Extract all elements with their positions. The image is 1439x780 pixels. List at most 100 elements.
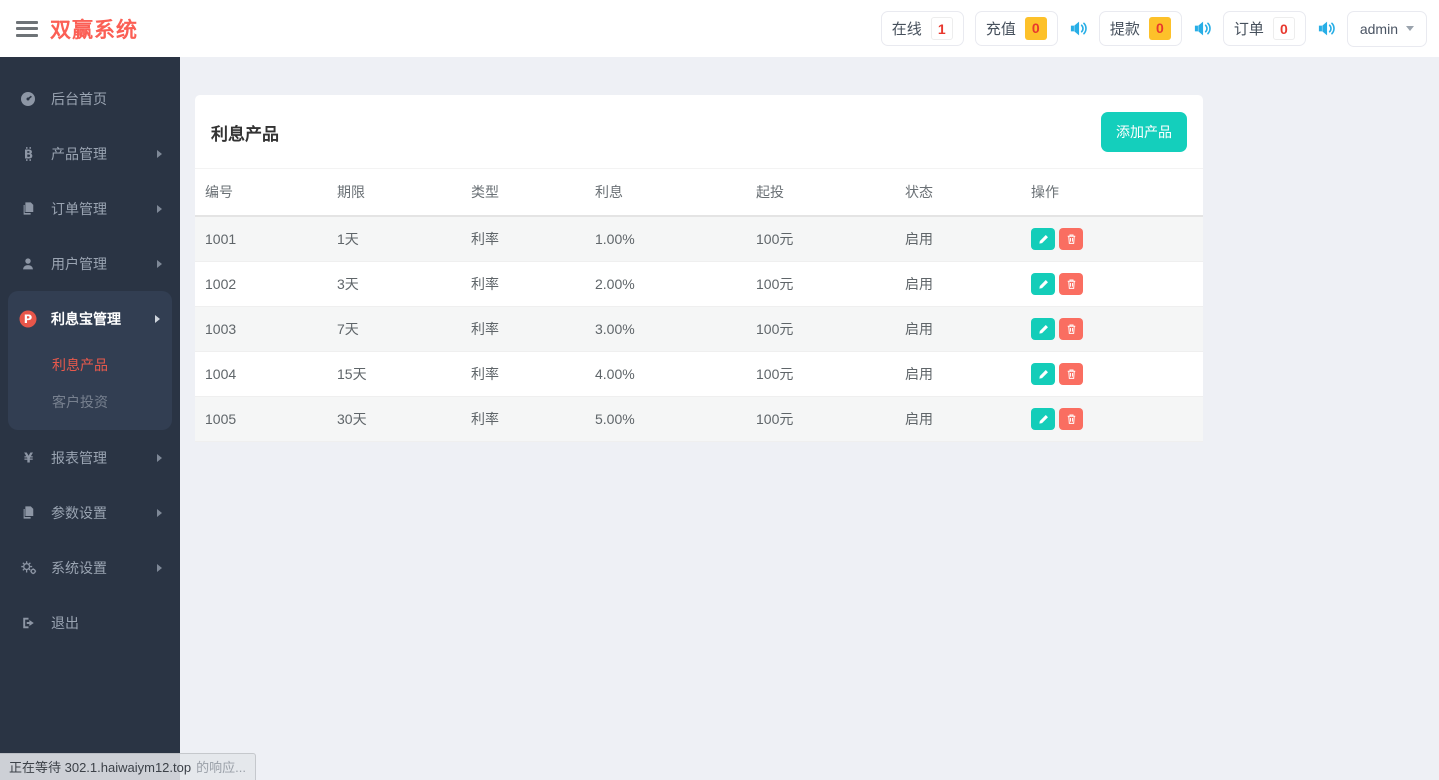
trash-icon (1067, 324, 1075, 334)
cell-actions (1021, 261, 1203, 307)
withdraw-speaker-icon[interactable] (1193, 19, 1212, 38)
user-icon (16, 257, 40, 271)
stat-recharge[interactable]: 充值 0 (974, 11, 1058, 46)
stat-withdraw-label: 提款 (1109, 21, 1140, 38)
pencil-icon (1038, 234, 1048, 244)
menu-icon[interactable] (16, 20, 38, 37)
pencil-icon (1038, 279, 1048, 289)
pinterest-icon: P (16, 310, 40, 328)
delete-button[interactable] (1059, 273, 1083, 295)
cell-status: 启用 (895, 396, 1021, 442)
brand-logo[interactable]: 双赢系统 (50, 14, 138, 44)
sidebar-active-group: P 利息宝管理 利息产品 客户投资 (8, 291, 172, 430)
sidebar: 后台首页 B 产品管理 订单管理 用户管理 P 利息宝管理 利息产品 客户投资 … (0, 57, 180, 780)
trash-icon (1067, 234, 1075, 244)
cell-type: 利率 (461, 261, 585, 307)
sidebar-item-system-settings[interactable]: 系统设置 (0, 540, 180, 595)
chevron-right-icon (157, 149, 162, 158)
cell-type: 利率 (461, 216, 585, 262)
sidebar-item-products[interactable]: B 产品管理 (0, 126, 180, 181)
table-row: 1005 30天 利率 5.00% 100元 启用 (195, 396, 1203, 442)
sidebar-subitem-customer-invest[interactable]: 客户投资 (8, 383, 172, 420)
chevron-right-icon (157, 204, 162, 213)
products-table: 编号 期限 类型 利息 起投 状态 操作 1001 1天 利率 1.00% 10… (195, 168, 1203, 442)
edit-button[interactable] (1031, 408, 1055, 430)
cell-id: 1002 (195, 261, 327, 307)
edit-button[interactable] (1031, 273, 1055, 295)
orders-speaker-icon[interactable] (1317, 19, 1336, 38)
cell-type: 利率 (461, 306, 585, 352)
chevron-right-icon (155, 314, 160, 323)
cell-id: 1001 (195, 216, 327, 262)
column-header-type: 类型 (461, 168, 585, 217)
table-header-row: 编号 期限 类型 利息 起投 状态 操作 (195, 168, 1203, 217)
cell-actions (1021, 396, 1203, 442)
cell-min-invest: 100元 (746, 351, 895, 397)
cell-term: 7天 (327, 306, 461, 352)
sidebar-item-dashboard[interactable]: 后台首页 (0, 71, 180, 126)
delete-button[interactable] (1059, 318, 1083, 340)
bitcoin-icon: B (16, 146, 40, 162)
column-header-min-invest: 起投 (746, 168, 895, 217)
chevron-right-icon (157, 508, 162, 517)
stat-online-label: 在线 (891, 21, 922, 38)
sidebar-item-label: 产品管理 (51, 145, 107, 162)
panel-title: 利息产品 (211, 124, 279, 144)
main-content: 利息产品 添加产品 编号 期限 类型 利息 起投 状态 操作 1001 1天 利… (180, 57, 1439, 780)
cell-status: 启用 (895, 351, 1021, 397)
header-stats: 在线 1 充值 0 提款 0 订单 0 admin (880, 10, 1427, 47)
gears-icon (16, 560, 40, 575)
cell-status: 启用 (895, 306, 1021, 352)
sidebar-item-orders[interactable]: 订单管理 (0, 181, 180, 236)
sidebar-item-label: 参数设置 (51, 504, 107, 521)
delete-button[interactable] (1059, 363, 1083, 385)
cell-type: 利率 (461, 396, 585, 442)
sidebar-item-parameters[interactable]: 参数设置 (0, 485, 180, 540)
column-header-term: 期限 (327, 168, 461, 217)
cell-id: 1003 (195, 306, 327, 352)
pencil-icon (1038, 324, 1048, 334)
stat-recharge-label: 充值 (985, 21, 1016, 38)
delete-button[interactable] (1059, 408, 1083, 430)
chevron-right-icon (157, 453, 162, 462)
cell-term: 15天 (327, 351, 461, 397)
recharge-speaker-icon[interactable] (1069, 19, 1088, 38)
delete-button[interactable] (1059, 228, 1083, 250)
user-menu[interactable]: admin (1346, 10, 1427, 47)
cell-term: 1天 (327, 216, 461, 262)
speaker-icon (1318, 21, 1335, 36)
browser-status-bubble: 正在等待 302.1.haiwaiym12.top 的响应... (0, 753, 256, 780)
edit-button[interactable] (1031, 318, 1055, 340)
user-menu-label: admin (1359, 20, 1398, 37)
sidebar-item-interest-mgmt[interactable]: P 利息宝管理 (8, 291, 172, 346)
files-icon (16, 201, 40, 216)
add-product-button[interactable]: 添加产品 (1101, 112, 1187, 152)
table-body: 1001 1天 利率 1.00% 100元 启用 1002 3天 利率 2.00… (195, 216, 1203, 442)
panel-header: 利息产品 添加产品 (195, 95, 1203, 168)
interest-products-panel: 利息产品 添加产品 编号 期限 类型 利息 起投 状态 操作 1001 1天 利… (195, 95, 1203, 442)
sidebar-item-users[interactable]: 用户管理 (0, 236, 180, 291)
sidebar-item-label: 系统设置 (51, 559, 107, 576)
cell-interest: 1.00% (585, 216, 746, 262)
edit-button[interactable] (1031, 363, 1055, 385)
table-row: 1003 7天 利率 3.00% 100元 启用 (195, 306, 1203, 352)
trash-icon (1067, 279, 1075, 289)
yen-icon: ¥ (16, 450, 40, 465)
sidebar-subitem-interest-products[interactable]: 利息产品 (8, 346, 172, 383)
stat-orders-label: 订单 (1233, 21, 1264, 38)
stat-recharge-count: 0 (1024, 17, 1047, 40)
cell-id: 1004 (195, 351, 327, 397)
logout-icon (16, 616, 40, 630)
sidebar-item-logout[interactable]: 退出 (0, 595, 180, 650)
sidebar-item-label: 订单管理 (51, 200, 107, 217)
stat-orders[interactable]: 订单 0 (1222, 11, 1306, 46)
stat-online[interactable]: 在线 1 (880, 11, 964, 46)
sidebar-item-reports[interactable]: ¥ 报表管理 (0, 430, 180, 485)
chevron-right-icon (157, 563, 162, 572)
cell-interest: 4.00% (585, 351, 746, 397)
pencil-icon (1038, 414, 1048, 424)
cell-term: 30天 (327, 396, 461, 442)
edit-button[interactable] (1031, 228, 1055, 250)
stat-withdraw[interactable]: 提款 0 (1098, 11, 1182, 46)
cell-id: 1005 (195, 396, 327, 442)
